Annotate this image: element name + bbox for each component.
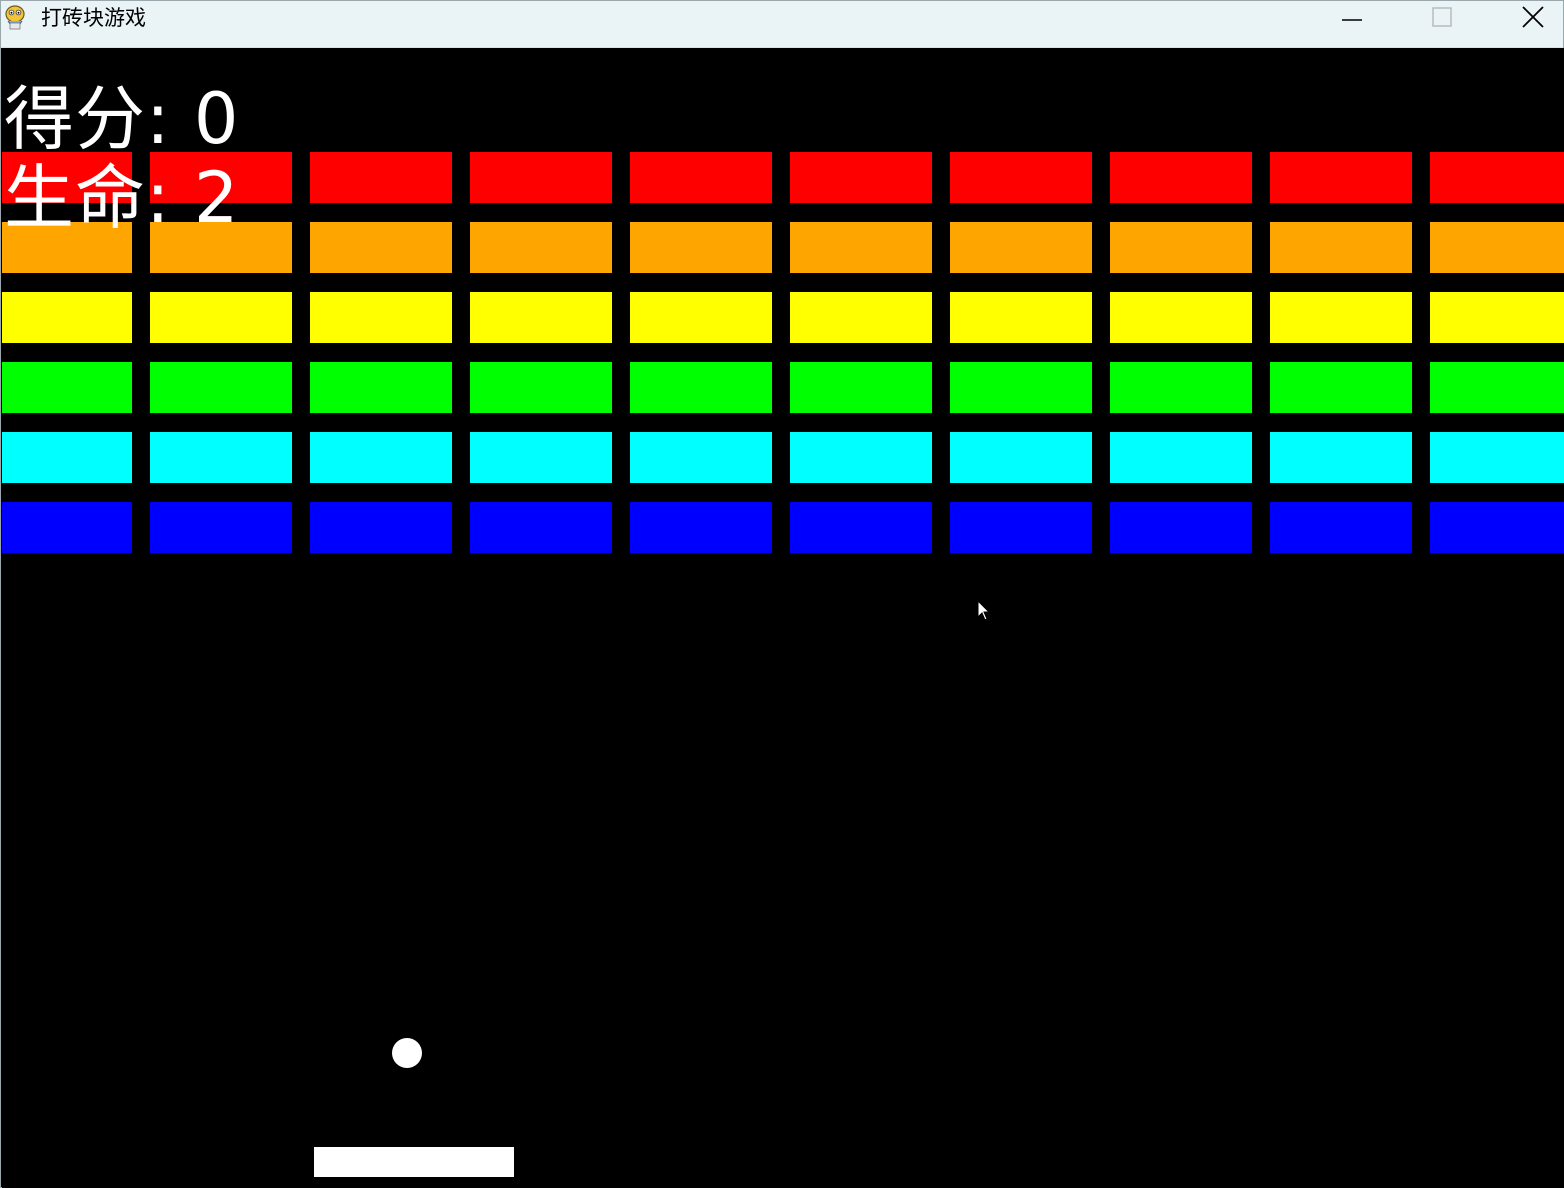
brick: [310, 362, 452, 413]
brick: [310, 432, 452, 483]
brick: [950, 362, 1092, 413]
brick: [1430, 502, 1564, 553]
brick: [470, 152, 612, 203]
brick: [1110, 432, 1252, 483]
brick: [1270, 432, 1412, 483]
title-bar[interactable]: 打砖块游戏: [1, 1, 1563, 48]
brick: [630, 292, 772, 343]
brick: [310, 292, 452, 343]
brick: [470, 432, 612, 483]
brick: [2, 432, 132, 483]
minimize-button[interactable]: [1307, 1, 1397, 33]
maximize-button[interactable]: [1397, 1, 1487, 33]
brick: [1270, 292, 1412, 343]
brick: [790, 222, 932, 273]
brick: [1110, 362, 1252, 413]
brick: [1430, 152, 1564, 203]
brick: [470, 502, 612, 553]
game-window: 打砖块游戏 得分: 0 生命: 2: [0, 0, 1564, 1188]
brick: [150, 432, 292, 483]
brick: [950, 502, 1092, 553]
close-button[interactable]: [1488, 1, 1564, 33]
lives-label: 生命: 2: [4, 157, 240, 239]
brick: [790, 432, 932, 483]
brick: [470, 292, 612, 343]
brick: [630, 502, 772, 553]
game-canvas[interactable]: 得分: 0 生命: 2: [2, 48, 1564, 1188]
brick: [1270, 152, 1412, 203]
brick: [1430, 292, 1564, 343]
brick: [1110, 222, 1252, 273]
brick: [310, 152, 452, 203]
ball: [392, 1038, 422, 1068]
minimize-icon: [1342, 19, 1362, 21]
brick: [150, 292, 292, 343]
brick: [2, 362, 132, 413]
brick: [950, 432, 1092, 483]
brick: [1110, 152, 1252, 203]
brick: [950, 222, 1092, 273]
brick: [1110, 502, 1252, 553]
brick: [310, 502, 452, 553]
close-icon: [1522, 6, 1544, 28]
brick: [1430, 362, 1564, 413]
brick: [150, 502, 292, 553]
brick: [790, 502, 932, 553]
paddle[interactable]: [314, 1147, 514, 1177]
brick: [630, 222, 772, 273]
score-label: 得分: 0: [4, 78, 240, 160]
brick: [470, 222, 612, 273]
brick: [2, 502, 132, 553]
brick: [150, 362, 292, 413]
brick: [630, 152, 772, 203]
brick: [950, 292, 1092, 343]
brick: [2, 292, 132, 343]
brick: [790, 362, 932, 413]
brick: [790, 152, 932, 203]
brick: [1110, 292, 1252, 343]
brick: [1270, 362, 1412, 413]
brick: [1270, 222, 1412, 273]
brick: [630, 432, 772, 483]
window-title: 打砖块游戏: [41, 6, 146, 30]
brick: [950, 152, 1092, 203]
brick: [1270, 502, 1412, 553]
brick: [630, 362, 772, 413]
brick: [470, 362, 612, 413]
brick: [790, 292, 932, 343]
brick: [310, 222, 452, 273]
pygame-snake-icon: [3, 4, 27, 32]
mouse-cursor-icon: [977, 600, 991, 621]
maximize-icon: [1432, 7, 1452, 27]
brick: [1430, 222, 1564, 273]
brick: [1430, 432, 1564, 483]
